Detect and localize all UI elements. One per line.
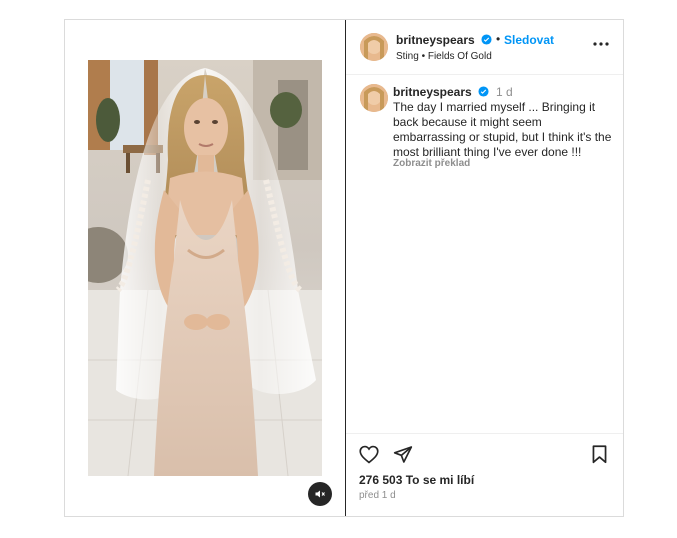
post-side-panel: britneyspears • Sledovat Sting • Fields …: [346, 20, 623, 516]
mute-button[interactable]: [308, 482, 332, 506]
post-actions: 276 503 To se mi líbí před 1 d: [346, 433, 623, 517]
caption-avatar[interactable]: [360, 84, 388, 112]
translate-link[interactable]: Zobrazit překlad: [393, 158, 470, 169]
instagram-post: britneyspears • Sledovat Sting • Fields …: [64, 19, 624, 517]
muted-speaker-icon: [315, 490, 325, 498]
post-date[interactable]: před 1 d: [359, 490, 396, 501]
likes-count[interactable]: 276 503 To se mi líbí: [359, 473, 474, 487]
verified-badge-icon: [481, 34, 492, 45]
bookmark-icon[interactable]: [591, 445, 608, 464]
more-options-icon[interactable]: [593, 41, 609, 47]
verified-badge-icon: [478, 86, 489, 97]
caption-username[interactable]: britneyspears: [393, 85, 472, 99]
post-video[interactable]: [88, 60, 322, 476]
caption-text: The day I married myself ... Bringing it…: [393, 100, 612, 159]
video-frame: [88, 60, 322, 476]
share-icon[interactable]: [393, 445, 413, 464]
header-username[interactable]: britneyspears: [396, 33, 475, 47]
heart-icon[interactable]: [359, 445, 379, 464]
post-media: [65, 20, 346, 516]
audio-track-link[interactable]: Sting • Fields Of Gold: [396, 51, 492, 62]
avatar[interactable]: [360, 33, 388, 61]
caption-time: 1 d: [496, 85, 513, 99]
follow-button[interactable]: Sledovat: [504, 33, 554, 47]
separator-dot: •: [496, 32, 501, 46]
post-header: britneyspears • Sledovat Sting • Fields …: [346, 20, 623, 75]
